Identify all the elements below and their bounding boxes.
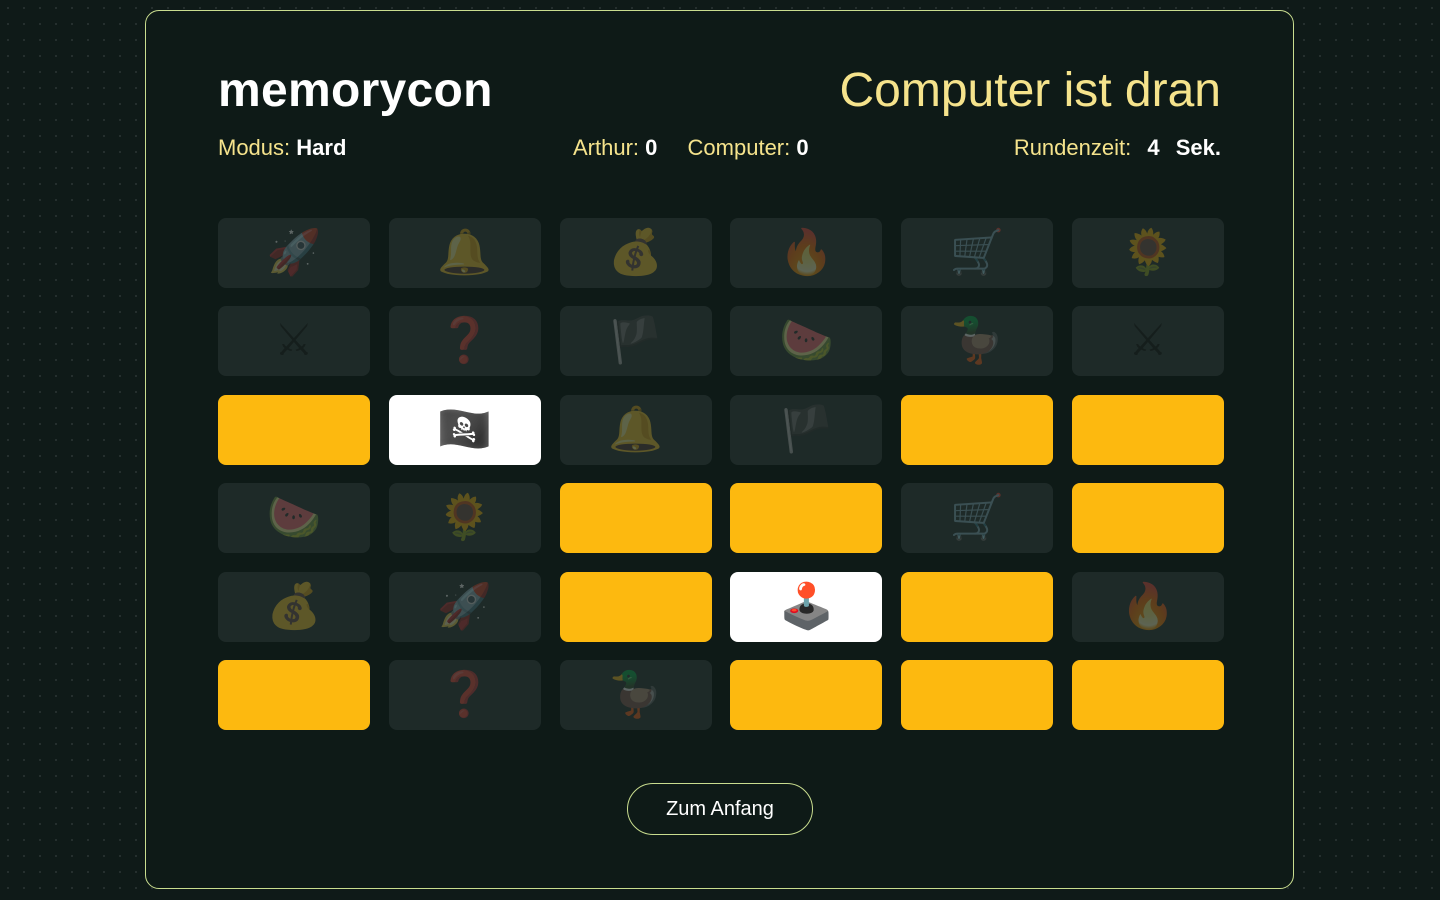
memory-card-hidden[interactable] [730,483,883,554]
memory-card-hidden[interactable] [901,571,1054,642]
mode-value: Hard [296,135,347,160]
rocket-icon: 🚀 [266,227,322,278]
sunflower-icon: 🌻 [1120,227,1176,278]
memory-card-matched: 🔥 [1071,571,1224,642]
memory-card-hidden[interactable] [730,659,883,730]
memory-card-hidden[interactable] [901,394,1054,465]
player2-score: 0 [796,135,809,160]
memory-card-hidden[interactable] [559,571,712,642]
memory-card-open: 🏴‍☠️ [388,394,541,465]
memory-card-matched: 🔔 [388,218,541,288]
memory-card-matched: 🛒 [901,218,1054,288]
bell-icon: 🔔 [608,403,663,455]
memory-card-matched: ⚔ [1071,306,1224,377]
player1-score: 0 [645,135,658,160]
memory-card-hidden[interactable] [218,394,370,465]
crossed-swords-icon: ⚔ [274,315,314,367]
joystick-icon: 🕹️ [778,580,834,632]
fire-icon: 🔥 [1120,580,1176,632]
card-grid: 🚀 🔔 💰 🔥 🛒 🌻 ⚔ ❓ 🏴 🍉 🦆 ⚔ 🏴‍☠️ 🔔 🏴 🍉 🌻 🛒 💰 🚀 🕹️ 🔥 ❓ 🦆 [218,218,1224,730]
memory-card-matched: 🍉 [218,483,370,554]
memory-card-matched: 🦆 [901,306,1054,377]
fire-icon: 🔥 [778,227,834,278]
memory-card-open: 🕹️ [730,571,883,642]
watermelon-icon: 🍉 [778,315,834,367]
memory-card-matched: 🌻 [388,483,541,554]
shopping-cart-icon: 🛒 [949,227,1005,278]
watermelon-icon: 🍉 [266,492,322,544]
memory-card-hidden[interactable] [1071,659,1224,730]
memory-card-hidden[interactable] [1071,483,1224,554]
memory-card-matched: 🚀 [218,218,370,288]
memory-card-matched: 🦆 [559,659,712,730]
memory-card-matched: 💰 [218,571,370,642]
pirate-flag-icon: 🏴‍☠️ [437,403,493,455]
rocket-icon: 🚀 [437,580,493,632]
memory-card-matched: 🛒 [901,483,1054,554]
money-bag-icon: 💰 [266,580,322,632]
memory-card-matched: ❓ [388,659,541,730]
bell-icon: 🔔 [437,227,493,278]
crossed-swords-icon: ⚔ [1128,315,1168,367]
money-bag-icon: 💰 [608,227,663,278]
duck-icon: 🦆 [608,668,663,720]
memory-card-matched: 🔥 [730,218,883,288]
round-timer: Rundenzeit: 4 Sek. [1014,135,1221,161]
memory-card-matched: ❓ [388,306,541,377]
memory-card-matched: 🏴 [730,394,883,465]
memory-card-hidden[interactable] [901,659,1054,730]
app-title: memorycon [218,64,493,117]
pirate-flag-icon: 🏴 [608,315,663,367]
timer-unit: Sek. [1175,135,1221,160]
memory-card-matched: 🚀 [388,571,541,642]
memory-card-hidden[interactable] [1071,394,1224,465]
memory-card-matched: 💰 [559,218,712,288]
mode-label: Modus: [218,135,291,160]
question-mark-icon: ❓ [437,668,493,720]
memory-card-matched: ⚔ [218,306,370,377]
memory-card-matched: 🏴 [559,306,712,377]
memory-card-hidden[interactable] [218,659,370,730]
pirate-flag-icon: 🏴 [778,403,834,455]
player2-label: Computer: [687,135,791,160]
sunflower-icon: 🌻 [437,492,493,544]
timer-value: 4 [1147,135,1160,160]
player1-label: Arthur: [573,135,640,160]
shopping-cart-icon: 🛒 [949,492,1005,544]
mode-display: Modus: Hard [218,135,346,161]
timer-label: Rundenzeit: [1013,135,1132,160]
duck-icon: 🦆 [949,315,1005,367]
memory-card-hidden[interactable] [559,483,712,554]
restart-button[interactable]: Zum Anfang [627,783,813,835]
turn-indicator: Computer ist dran [839,64,1222,117]
memory-card-matched: 🍉 [730,306,883,377]
scoreboard: Arthur: 0 Computer: 0 [573,135,809,161]
memory-card-matched: 🔔 [559,394,712,465]
game-panel: memorycon Computer ist dran Modus: Hard … [145,10,1294,889]
question-mark-icon: ❓ [437,315,493,367]
memory-card-matched: 🌻 [1071,218,1224,288]
